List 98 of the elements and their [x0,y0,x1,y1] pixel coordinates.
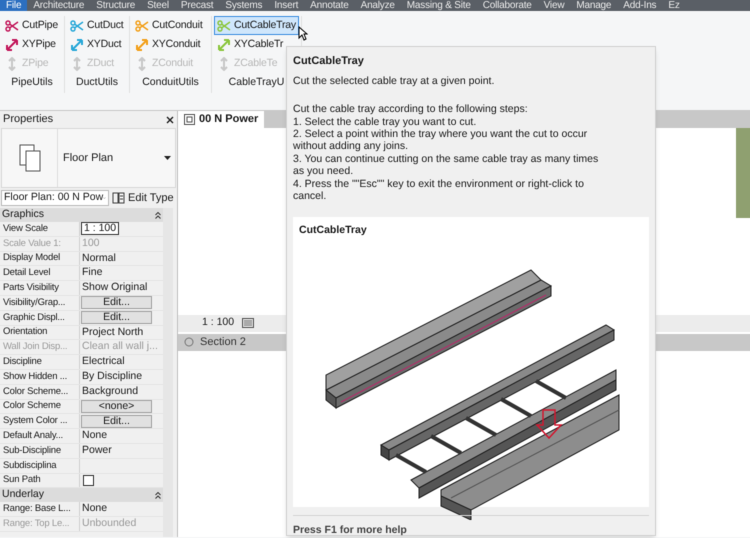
edit-button[interactable]: Edit... [81,296,152,310]
ribbon-tool-button[interactable]: CutPipe [2,16,61,35]
type-name: Floor Plan [63,150,114,166]
property-label: Scale Value 1: [3,236,61,251]
scale-label[interactable]: 1 : 100 [202,315,234,331]
property-value: Power [81,442,113,458]
edit-type-button[interactable]: Edit Type [112,190,174,206]
ribbon-tool-button[interactable]: XYConduit [132,35,204,54]
menu-tab[interactable]: Annotate [304,0,355,11]
property-label: Color Scheme... [3,384,68,399]
property-label: Sub-Discipline [3,444,61,458]
ribbon-group-label: ConduitUtils [142,75,199,90]
tooltip-summary: Cut the selected cable tray at a given point. [293,74,496,88]
section-header[interactable]: Graphics [0,208,163,222]
ribbon-tool-button[interactable]: CutCableTray [214,16,299,35]
dropdown-arrow-icon [164,156,171,160]
property-label: Display Model [3,251,60,266]
property-value: None [81,501,108,516]
property-label: Detail Level [3,266,50,280]
property-label: Graphic Displ... [3,310,65,325]
property-label: Show Hidden ... [3,370,68,384]
ribbon-tool-button[interactable]: XYCableTr [214,35,286,54]
scrollbar[interactable] [163,208,173,537]
detail-level-icon[interactable] [242,318,254,328]
menu-tab[interactable]: Precast [174,0,220,11]
property-label: Default Analy... [3,428,63,443]
menu-tab[interactable]: Collaborate [476,0,538,11]
property-label: Sun Path [3,473,40,488]
tooltip-title: CutCableTray [293,54,365,69]
menu-tab[interactable]: Add-Ins [617,0,662,11]
diagonal-arrow-icon [217,38,231,52]
help-hint: Press F1 for more help [293,524,407,536]
menu-tab[interactable]: View [538,0,570,11]
menu-tab[interactable]: Ez [662,0,686,11]
menu-tab[interactable]: Insert [268,0,304,11]
ribbon-group-label: DuctUtils [76,75,118,90]
menu-tab[interactable]: Steel [141,0,175,11]
menu-tab[interactable]: Architecture [27,0,90,11]
property-label: Visibility/Grap... [3,296,66,310]
type-selector[interactable]: Floor Plan [1,128,176,188]
value-field[interactable]: 1 : 100 [81,222,120,236]
property-value: Clean all wall j... [81,339,159,354]
diagonal-arrow-icon [135,38,149,52]
edit-button[interactable]: <none> [81,400,152,413]
cursor-icon [298,26,308,41]
ribbon-tool-button[interactable]: XYDuct [67,35,124,54]
menu-tab[interactable]: Analyze [354,0,401,11]
property-label: Parts Visibility [3,280,59,295]
ribbon-tool-button[interactable]: XYPipe [2,35,59,54]
property-value: Project North [81,324,144,340]
property-label: View Scale [3,222,48,236]
floor-plan-view-tab[interactable]: 00 N Power [178,111,264,128]
panel-title: Properties [3,112,54,128]
property-value: 100 [81,236,101,251]
property-value: By Discipline [81,369,144,384]
checkbox[interactable] [83,474,94,486]
section-icon [184,337,194,347]
floor-plan-icon [18,143,42,173]
menu-tab[interactable]: Massing & Site [400,0,477,11]
property-label: Range: Top Le... [3,516,70,531]
section-header[interactable]: Underlay [0,488,163,502]
ribbon-group-label: PipeUtils [11,75,53,90]
property-value: Normal [81,250,117,266]
ribbon-group-label: CableTrayU [228,75,284,90]
property-label: Color Scheme [3,399,61,414]
collapse-icon [155,212,161,218]
instance-dropdown[interactable]: Floor Plan: 00 N Pow [1,190,109,206]
menu-tab[interactable]: Systems [219,0,268,11]
property-value: Electrical [81,354,126,370]
edit-button[interactable]: Edit... [81,414,152,428]
ribbon-tool-button[interactable]: CutConduit [132,16,206,35]
floor-plan-icon [184,114,195,125]
edit-button[interactable]: Edit... [81,311,152,324]
ribbon-tool-button[interactable]: CutDuct [67,16,127,35]
property-value: Background [81,384,140,399]
property-label: Subdisciplina [3,458,56,473]
diagonal-arrow-icon [70,38,84,52]
tooltip-steps: Cut the cable tray according to the following steps: 1. Select the cable tray you want to cut. 2. Select a point within the tray where you want the cut to occur without adding any joins. 3. You can continue cutting on the same cable tray as many times as you need. 4. Press the ""Esc"" key to exit the environment or right-click to cancel. [293,103,649,202]
section-title: Graphics [2,207,44,222]
property-value: Unbounded [81,516,138,532]
section-title: Underlay [2,487,44,502]
diagonal-arrow-icon [5,38,19,52]
menu-tab[interactable]: File [0,0,28,11]
property-value: Show Original [81,280,148,296]
section-view-tab[interactable]: Section 2 [184,334,246,350]
collapse-icon [155,492,161,499]
property-label: Wall Join Disp... [3,340,68,354]
image-title: CutCableTray [299,222,368,238]
menu-tab[interactable]: Structure [90,0,142,11]
property-label: System Color ... [3,414,68,428]
property-label: Orientation [3,325,48,340]
property-value: Fine [81,265,104,280]
property-value: None [81,428,108,444]
edit-type-icon [112,192,125,204]
menu-tab[interactable]: Manage [570,0,618,11]
close-icon[interactable] [166,116,174,124]
property-label: Range: Base L... [3,502,71,516]
property-label: Discipline [3,354,42,369]
